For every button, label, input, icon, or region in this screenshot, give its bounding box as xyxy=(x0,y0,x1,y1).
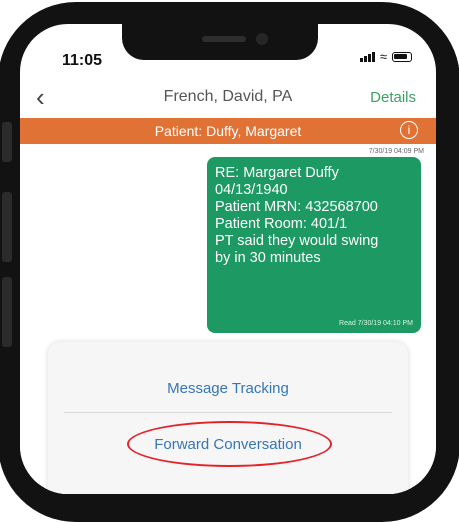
notch xyxy=(122,24,318,60)
message-line: RE: Margaret Duffy xyxy=(215,165,339,181)
highlight-annotation-ring xyxy=(127,421,332,467)
patient-banner[interactable]: Patient: Duffy, Margaret i xyxy=(20,118,436,144)
phone-frame: 11:05 ≈ ‹ French, David, PA Details Pati… xyxy=(0,2,459,522)
message-bubble[interactable]: RE: Margaret Duffy 04/13/1940 Patient MR… xyxy=(207,157,421,333)
navigation-bar: ‹ French, David, PA Details xyxy=(20,82,436,122)
front-camera xyxy=(256,33,268,45)
volume-down-button xyxy=(2,277,12,347)
patient-banner-label: Patient: Duffy, Margaret xyxy=(154,123,302,139)
signal-icon xyxy=(359,51,375,62)
message-sent-timestamp: 7/30/19 04:09 PM xyxy=(368,148,424,155)
status-icons: ≈ xyxy=(359,49,412,64)
details-link[interactable]: Details xyxy=(370,89,416,106)
info-icon[interactable]: i xyxy=(400,121,418,139)
message-tracking-button[interactable]: Message Tracking xyxy=(48,380,408,397)
action-sheet: Message Tracking Forward Conversation xyxy=(48,342,408,494)
wifi-icon: ≈ xyxy=(379,49,387,64)
message-line: Patient MRN: 432568700 xyxy=(215,199,378,215)
message-line: PT said they would swing xyxy=(215,233,379,249)
message-line: 04/13/1940 xyxy=(215,182,288,198)
message-line: Patient Room: 401/1 xyxy=(215,216,348,232)
action-sheet-divider xyxy=(64,412,392,413)
speaker-grille xyxy=(202,36,246,42)
message-line: by in 30 minutes xyxy=(215,250,321,266)
volume-up-button xyxy=(2,192,12,262)
read-receipt: Read 7/30/19 04:10 PM xyxy=(339,320,413,327)
mute-switch xyxy=(2,122,12,162)
battery-icon xyxy=(392,51,412,62)
status-time: 11:05 xyxy=(62,52,103,69)
message-body: RE: Margaret Duffy 04/13/1940 Patient MR… xyxy=(215,165,378,267)
phone-screen: 11:05 ≈ ‹ French, David, PA Details Pati… xyxy=(20,24,436,494)
